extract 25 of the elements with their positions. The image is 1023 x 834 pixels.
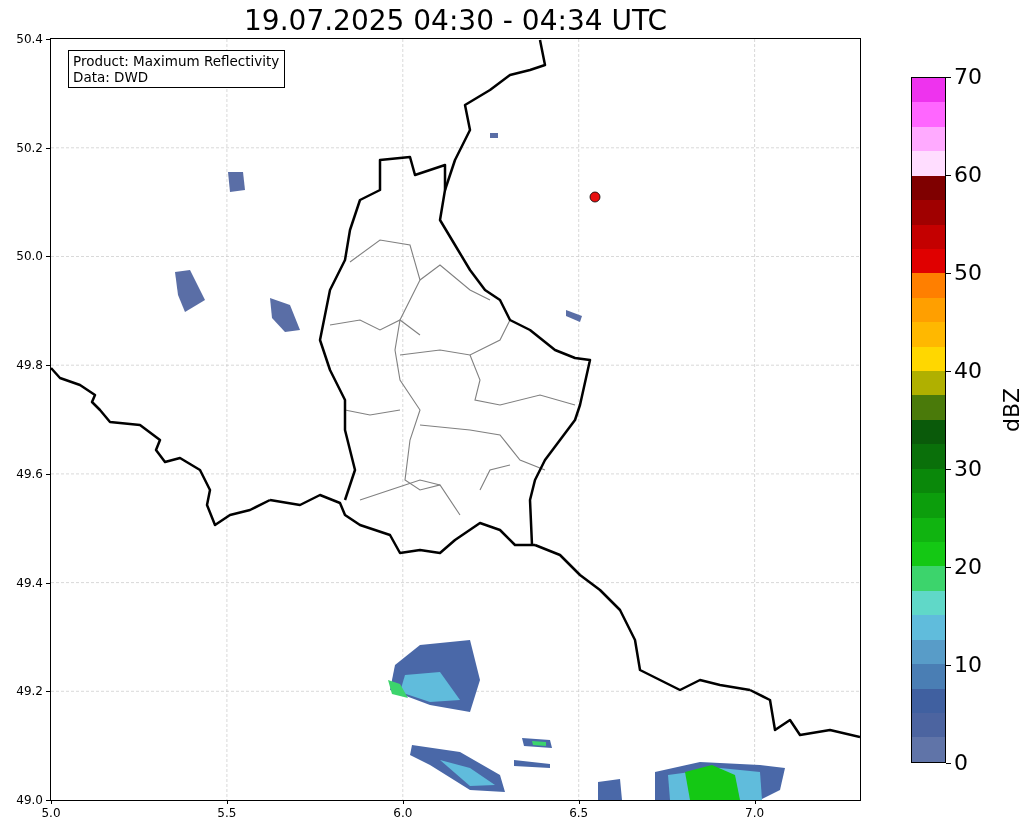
colorbar-tick-label: 30: [954, 457, 982, 481]
info-text: Data: DWD: [73, 69, 150, 85]
x-tick-label: 5.0: [41, 806, 61, 820]
y-tick-label: 49.2: [16, 684, 43, 699]
x-tick-label: 6.0: [393, 806, 413, 820]
info-text: Product: Maximum Reflectivity: [73, 53, 280, 69]
y-tick-label: 50.2: [16, 140, 43, 155]
y-tick-label: 50.4: [16, 32, 43, 46]
chart-title: 19.07.2025 04:30 - 04:34 UTC: [243, 4, 668, 38]
colorbar-tick-label: 0: [954, 751, 968, 775]
colorbar-tick-label: 10: [954, 653, 982, 677]
x-tick-label: 7.0: [745, 806, 765, 820]
y-tick-label: 49.8: [16, 358, 43, 373]
colorbar-tick-label: 40: [954, 359, 982, 383]
y-tick-label: 49.4: [16, 575, 43, 590]
y-tick-label: 49.0: [16, 792, 43, 807]
colorbar-label: dBZ: [1000, 387, 1023, 433]
y-tick-label: 49.6: [16, 466, 43, 481]
y-tick-label: 50.0: [16, 249, 43, 264]
colorbar-tick-label: 20: [954, 555, 982, 579]
colorbar-tick-label: 50: [954, 261, 982, 285]
colorbar-tick-label: 60: [954, 163, 982, 187]
x-tick-label: 6.5: [569, 806, 589, 820]
colorbar-tick-label: 70: [954, 65, 982, 89]
x-tick-label: 5.5: [217, 806, 237, 820]
